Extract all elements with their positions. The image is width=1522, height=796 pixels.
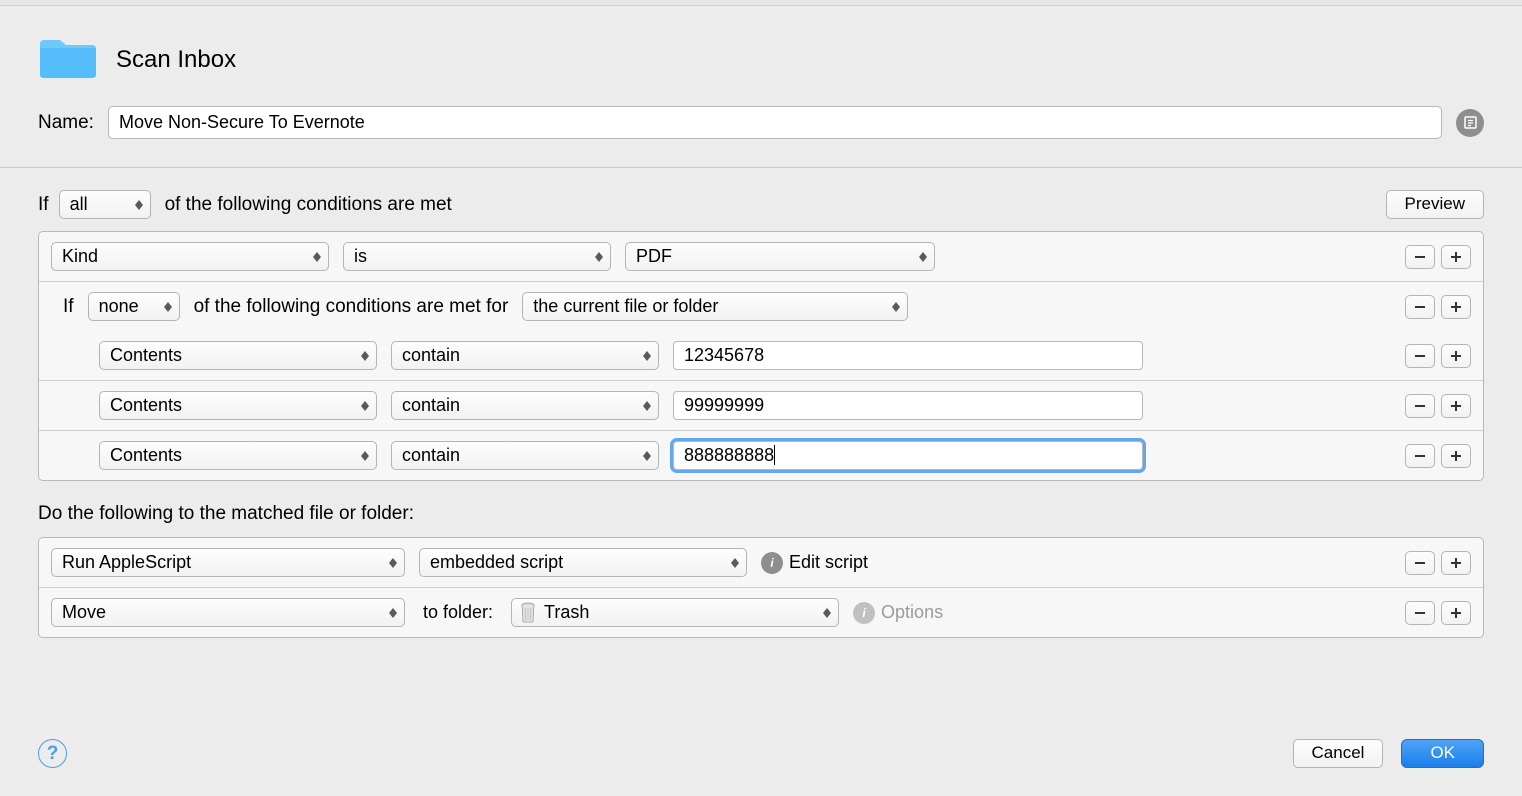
stepper-icon [642,401,652,411]
match-mode-value: all [70,194,88,215]
svg-text:i: i [770,557,774,569]
operator-select[interactable]: is [343,242,611,271]
stepper-icon [360,401,370,411]
remove-action-button[interactable] [1405,601,1435,625]
value-select[interactable]: PDF [625,242,935,271]
info-icon: i [761,552,783,574]
stepper-icon [642,451,652,461]
attribute-select[interactable]: Kind [51,242,329,271]
preview-button[interactable]: Preview [1386,190,1484,219]
add-action-button[interactable] [1441,551,1471,575]
operator-select[interactable]: contain [391,441,659,470]
value-input[interactable] [673,341,1143,370]
stepper-icon [730,558,740,568]
stepper-icon [594,252,604,262]
remove-condition-button[interactable] [1405,295,1435,319]
folder-icon [38,34,98,86]
operator-select[interactable]: contain [391,341,659,370]
add-condition-button[interactable] [1441,295,1471,319]
text-cursor [774,445,775,465]
remove-condition-button[interactable] [1405,394,1435,418]
nested-condition-header: If none of the following conditions are … [39,282,1483,331]
stepper-icon [918,252,928,262]
nested-mode-select[interactable]: none [88,292,180,321]
stepper-icon [891,302,901,312]
add-condition-button[interactable] [1441,394,1471,418]
add-action-button[interactable] [1441,601,1471,625]
stepper-icon [642,351,652,361]
attribute-select[interactable]: Contents [99,391,377,420]
attribute-select[interactable]: Contents [99,341,377,370]
nested-middle-label: of the following conditions are met for [194,296,509,318]
script-select[interactable]: embedded script [419,548,747,577]
action-select[interactable]: Move [51,598,405,627]
stepper-icon [312,252,322,262]
rule-editor-window: Scan Inbox Name: If all of the following… [0,0,1522,796]
value-input[interactable]: 888888888 [673,441,1143,470]
remove-action-button[interactable] [1405,551,1435,575]
svg-text:i: i [862,607,866,619]
action-row: Move to folder: Trash i Options [39,588,1483,637]
notes-button[interactable] [1456,109,1484,137]
remove-condition-button[interactable] [1405,344,1435,368]
conditions-box: Kind is PDF If [38,231,1484,481]
rule-name-input[interactable] [108,106,1442,139]
info-icon: i [853,602,875,624]
nested-condition-row: Contents contain 888888888 [39,431,1483,480]
to-folder-label: to folder: [423,602,493,623]
remove-condition-button[interactable] [1405,444,1435,468]
edit-script-link[interactable]: i Edit script [761,552,868,574]
nested-condition-row: Contents contain [39,381,1483,431]
folder-title: Scan Inbox [116,46,236,74]
stepper-icon [360,351,370,361]
value-input[interactable] [673,391,1143,420]
trash-icon [518,601,538,623]
add-condition-button[interactable] [1441,444,1471,468]
stepper-icon [822,608,832,618]
help-button[interactable]: ? [38,739,67,768]
attribute-select[interactable]: Contents [99,441,377,470]
if-label: If [38,194,49,216]
add-condition-button[interactable] [1441,344,1471,368]
name-row: Name: [0,96,1522,167]
nested-condition-row: Contents contain [39,331,1483,381]
header: Scan Inbox [0,6,1522,96]
name-label: Name: [38,112,94,134]
nested-if-label: If [63,296,74,318]
stepper-icon [360,451,370,461]
action-select[interactable]: Run AppleScript [51,548,405,577]
stepper-icon [163,302,173,312]
conditions-suffix: of the following conditions are met [165,194,452,216]
footer: ? Cancel OK [0,721,1522,796]
stepper-icon [134,200,144,210]
options-link[interactable]: i Options [853,602,943,624]
stepper-icon [388,608,398,618]
conditions-header: If all of the following conditions are m… [38,190,1484,219]
destination-select[interactable]: Trash [511,598,839,627]
stepper-icon [388,558,398,568]
ok-button[interactable]: OK [1401,739,1484,768]
cancel-button[interactable]: Cancel [1293,739,1384,768]
add-condition-button[interactable] [1441,245,1471,269]
match-mode-select[interactable]: all [59,190,151,219]
scope-select[interactable]: the current file or folder [522,292,908,321]
conditions-section: If all of the following conditions are m… [0,168,1522,638]
actions-intro: Do the following to the matched file or … [38,503,1484,525]
remove-condition-button[interactable] [1405,245,1435,269]
actions-box: Run AppleScript embedded script i Edit s… [38,537,1484,638]
operator-select[interactable]: contain [391,391,659,420]
condition-row: Kind is PDF [39,232,1483,282]
action-row: Run AppleScript embedded script i Edit s… [39,538,1483,588]
